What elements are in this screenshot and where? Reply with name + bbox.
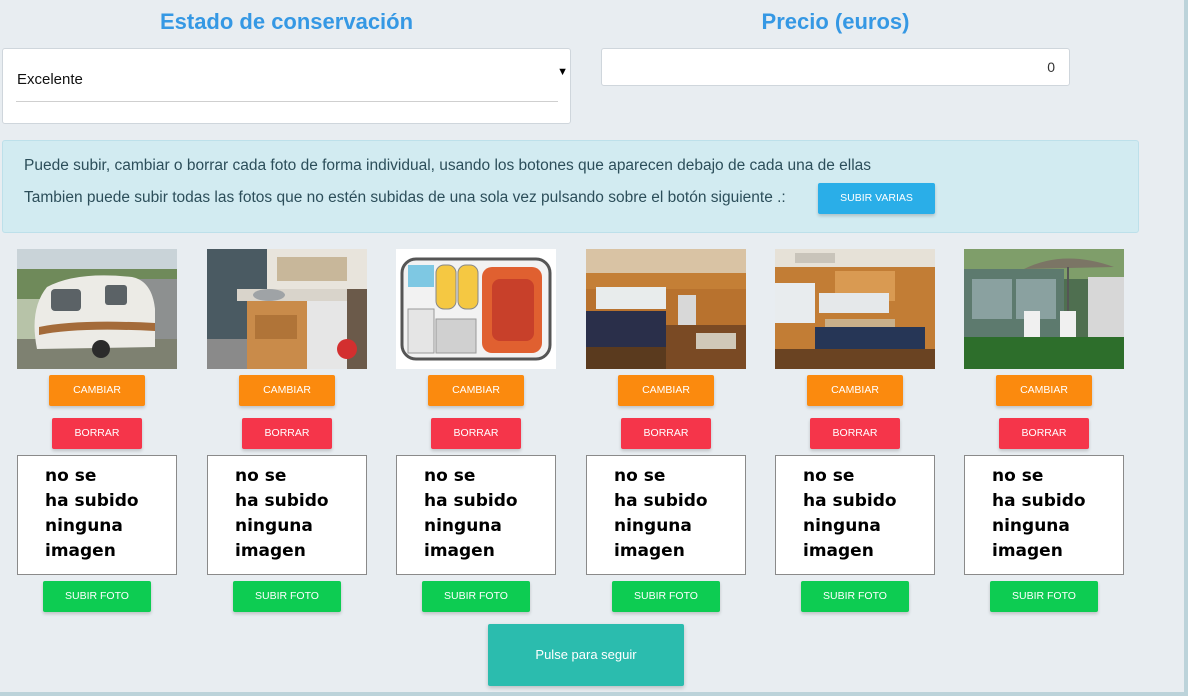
placeholder-text: ninguna [235, 516, 313, 536]
placeholder-text: imagen [424, 541, 495, 561]
info-line-2: Tambien puede subir todas las fotos que … [24, 189, 786, 206]
photo-thumbnail-2[interactable] [207, 249, 367, 369]
no-image-placeholder-2: no se ha subido ninguna imagen [207, 455, 367, 575]
placeholder-text: no se [803, 466, 855, 486]
condition-title: Estado de conservación [159, 9, 414, 34]
delete-photo-button-4[interactable]: BORRAR [621, 418, 711, 449]
window-frame-right [1184, 0, 1188, 696]
change-photo-button-2[interactable]: CAMBIAR [239, 375, 335, 406]
placeholder-text: imagen [235, 541, 306, 561]
placeholder-text: no se [45, 466, 97, 486]
photo-thumbnail-6[interactable] [964, 249, 1124, 369]
upload-many-button[interactable]: SUBIR VARIAS [818, 183, 935, 214]
placeholder-text: ninguna [424, 516, 502, 536]
photo-thumbnail-4[interactable] [586, 249, 746, 369]
placeholder-text: ha subido [235, 491, 329, 511]
no-image-placeholder-3: no se ha subido ninguna imagen [396, 455, 556, 575]
placeholder-text: imagen [992, 541, 1063, 561]
no-image-placeholder-1: no se ha subido ninguna imagen [17, 455, 177, 575]
select-underline [16, 101, 558, 102]
placeholder-text: ninguna [992, 516, 1070, 536]
upload-photo-button-2[interactable]: SUBIR FOTO [233, 581, 341, 612]
no-image-placeholder-5: no se ha subido ninguna imagen [775, 455, 935, 575]
placeholder-text: ha subido [992, 491, 1086, 511]
change-photo-button-4[interactable]: CAMBIAR [618, 375, 714, 406]
delete-photo-button-1[interactable]: BORRAR [52, 418, 142, 449]
change-photo-button-1[interactable]: CAMBIAR [49, 375, 145, 406]
placeholder-text: ninguna [45, 516, 123, 536]
placeholder-text: ninguna [803, 516, 881, 536]
delete-photo-button-3[interactable]: BORRAR [431, 418, 521, 449]
continue-button[interactable]: Pulse para seguir [488, 624, 684, 686]
placeholder-text: ninguna [614, 516, 692, 536]
upload-photo-button-1[interactable]: SUBIR FOTO [43, 581, 151, 612]
window-frame-bottom [0, 692, 1188, 696]
delete-photo-button-2[interactable]: BORRAR [242, 418, 332, 449]
upload-photo-button-5[interactable]: SUBIR FOTO [801, 581, 909, 612]
change-photo-button-3[interactable]: CAMBIAR [428, 375, 524, 406]
caret-down-icon: ▼ [557, 66, 568, 78]
change-photo-button-6[interactable]: CAMBIAR [996, 375, 1092, 406]
placeholder-text: imagen [45, 541, 116, 561]
photo-thumbnail-3[interactable] [396, 249, 556, 369]
upload-photo-button-4[interactable]: SUBIR FOTO [612, 581, 720, 612]
placeholder-text: imagen [614, 541, 685, 561]
placeholder-text: ha subido [614, 491, 708, 511]
no-image-placeholder-4: no se ha subido ninguna imagen [586, 455, 746, 575]
price-title: Precio (euros) [761, 9, 910, 34]
placeholder-text: imagen [803, 541, 874, 561]
photo-thumbnail-1[interactable] [17, 249, 177, 369]
no-image-placeholder-6: no se ha subido ninguna imagen [964, 455, 1124, 575]
change-photo-button-5[interactable]: CAMBIAR [807, 375, 903, 406]
placeholder-text: no se [235, 466, 287, 486]
placeholder-text: no se [992, 466, 1044, 486]
delete-photo-button-6[interactable]: BORRAR [999, 418, 1089, 449]
placeholder-text: ha subido [803, 491, 897, 511]
photo-thumbnail-5[interactable] [775, 249, 935, 369]
condition-select[interactable]: Excelente ▼ [2, 48, 571, 124]
placeholder-text: ha subido [45, 491, 139, 511]
placeholder-text: ha subido [424, 491, 518, 511]
placeholder-text: no se [614, 466, 666, 486]
condition-select-value: Excelente [17, 71, 83, 88]
info-panel: Puede subir, cambiar o borrar cada foto … [2, 140, 1139, 233]
info-line-1: Puede subir, cambiar o borrar cada foto … [24, 157, 872, 174]
delete-photo-button-5[interactable]: BORRAR [810, 418, 900, 449]
price-input[interactable]: 0 [601, 48, 1070, 86]
upload-photo-button-3[interactable]: SUBIR FOTO [422, 581, 530, 612]
upload-photo-button-6[interactable]: SUBIR FOTO [990, 581, 1098, 612]
placeholder-text: no se [424, 466, 476, 486]
